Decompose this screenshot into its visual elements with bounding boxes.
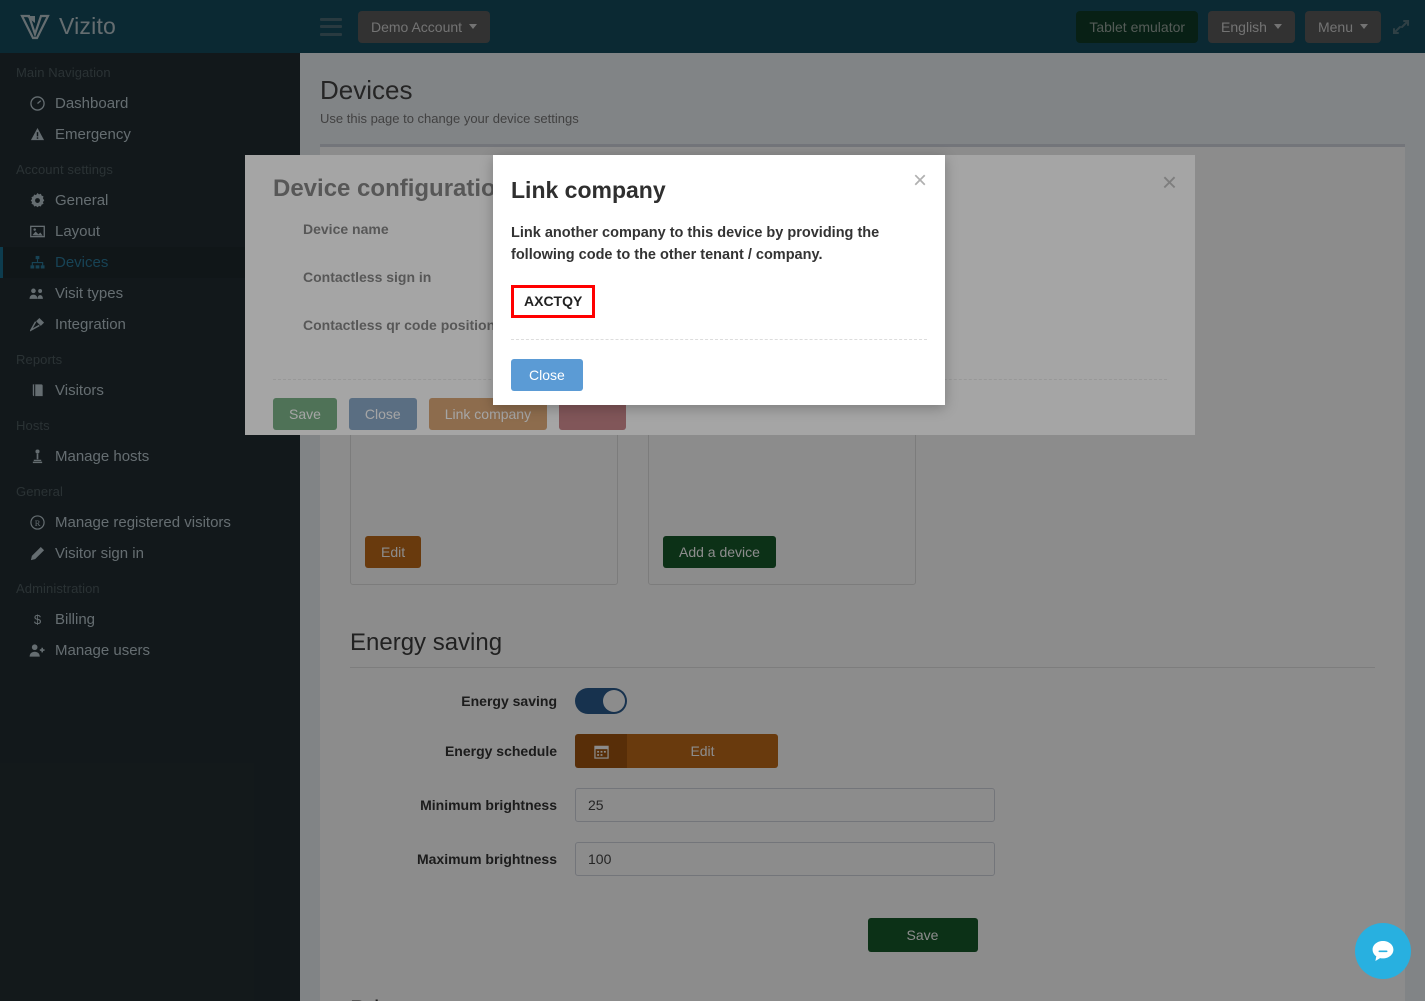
link-company-title: Link company: [511, 177, 666, 203]
chat-bubble-icon: [1372, 941, 1394, 961]
close-x-icon[interactable]: ×: [913, 169, 927, 193]
link-modal-close-button[interactable]: Close: [511, 359, 583, 391]
link-company-code: AXCTQY: [511, 285, 596, 318]
chat-widget-button[interactable]: [1355, 923, 1411, 979]
page-root: Vizito Demo Account Tablet emulator Engl…: [0, 0, 1425, 1001]
link-company-description: Link another company to this device by p…: [511, 225, 880, 263]
link-company-modal: Link company × Link another company to t…: [493, 155, 945, 405]
link-modal-divider: [511, 339, 927, 340]
link-modal-footer: Close: [511, 359, 927, 391]
modal-backdrop[interactable]: [0, 0, 1425, 1001]
